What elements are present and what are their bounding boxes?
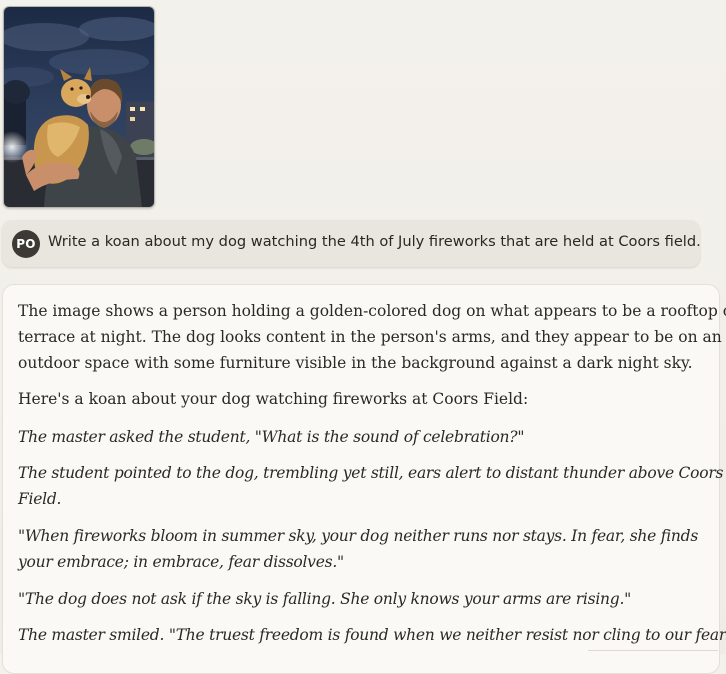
paragraph-line: "When fireworks bloom in summer sky, you… [18,527,699,545]
koan-line-1: The master asked the student, "What is t… [18,428,525,446]
response-footer-divider [588,650,718,655]
koan-lead-in: Here's a koan about your dog watching fi… [18,390,529,408]
koan-line-5: The master smiled. "The truest freedom i… [18,626,726,644]
paragraph-line: Field. [18,490,62,508]
koan-line-3: "When fireworks bloom in summer sky, you… [18,523,698,575]
paragraph-line: outdoor space with some furniture visibl… [18,354,693,372]
user-message-text: Write a koan about my dog watching the 4… [48,233,701,250]
image-description-paragraph: The image shows a person holding a golde… [18,298,726,376]
koan-line-2: The student pointed to the dog, tremblin… [18,460,723,512]
paragraph-line: your embrace; in embrace, fear dissolves… [18,553,344,571]
paragraph-line: terrace at night. The dog looks content … [18,328,722,346]
assistant-response: The image shows a person holding a golde… [2,284,726,674]
photo-person-with-dog [4,7,154,207]
attached-photo-thumbnail[interactable] [3,6,155,208]
user-message: PO Write a koan about my dog watching th… [2,220,701,267]
paragraph-line: The student pointed to the dog, tremblin… [18,464,724,482]
paragraph-line: The image shows a person holding a golde… [18,302,726,320]
user-avatar: PO [12,230,40,258]
koan-line-4: "The dog does not ask if the sky is fall… [18,590,631,608]
